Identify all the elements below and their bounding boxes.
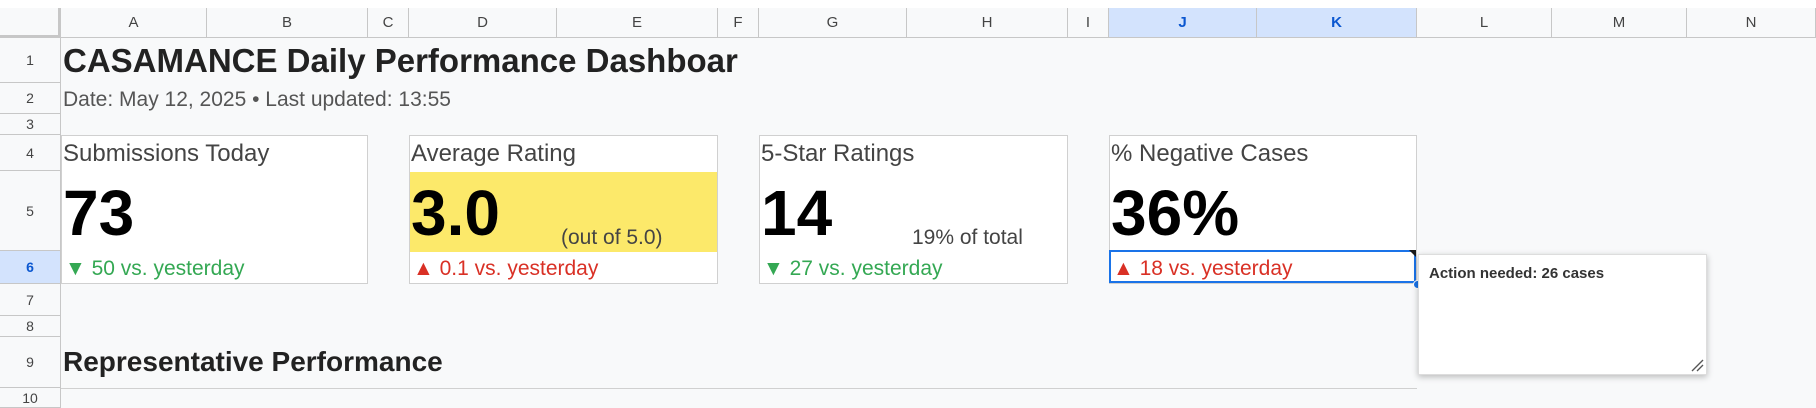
column-header-i[interactable]: I xyxy=(1068,8,1109,38)
dashboard-subtitle[interactable]: Date: May 12, 2025 • Last updated: 13:55 xyxy=(63,88,451,112)
row-10-divider xyxy=(61,388,1417,389)
column-header-m[interactable]: M xyxy=(1552,8,1687,38)
row-header-8[interactable]: 8 xyxy=(0,316,61,337)
cell-note-popup[interactable]: Action needed: 26 cases xyxy=(1418,254,1707,375)
row-header-10[interactable]: 10 xyxy=(0,388,61,408)
resize-handle-icon[interactable] xyxy=(1690,358,1704,372)
row-header-1[interactable]: 1 xyxy=(0,38,61,83)
kpi-value: 14 xyxy=(761,177,833,249)
active-cell-selection[interactable] xyxy=(1109,250,1416,283)
kpi-label: 5-Star Ratings xyxy=(761,140,915,167)
kpi-label: Average Rating xyxy=(411,140,576,167)
kpi-label: % Negative Cases xyxy=(1111,140,1309,167)
column-header-b[interactable]: B xyxy=(207,8,368,38)
dashboard-title[interactable]: CASAMANCE Daily Performance Dashboar xyxy=(63,42,738,80)
kpi-card-five-star[interactable]: 5-Star Ratings 14 19% of total ▼ 27 vs. … xyxy=(759,135,1068,284)
row-header-7[interactable]: 7 xyxy=(0,284,61,316)
column-header-d[interactable]: D xyxy=(409,8,557,38)
row-header-5[interactable]: 5 xyxy=(0,171,61,251)
select-all-corner[interactable] xyxy=(0,8,61,38)
column-header-c[interactable]: C xyxy=(368,8,409,38)
row-header-6[interactable]: 6 xyxy=(0,251,61,284)
kpi-subtext: (out of 5.0) xyxy=(561,226,663,249)
column-header-l[interactable]: L xyxy=(1417,8,1552,38)
kpi-value: 73 xyxy=(63,177,135,249)
kpi-value: 36% xyxy=(1111,177,1240,249)
kpi-card-submissions[interactable]: Submissions Today 73 ▼ 50 vs. yesterday xyxy=(61,135,368,284)
row-header-4[interactable]: 4 xyxy=(0,135,61,171)
column-header-a[interactable]: A xyxy=(61,8,207,38)
kpi-card-average-rating[interactable]: Average Rating 3.0 (out of 5.0) ▲ 0.1 vs… xyxy=(409,135,718,284)
kpi-value: 3.0 xyxy=(411,177,500,249)
kpi-delta: ▼ 50 vs. yesterday xyxy=(65,257,245,280)
column-header-n[interactable]: N xyxy=(1687,8,1816,38)
row-header-3[interactable]: 3 xyxy=(0,114,61,135)
column-header-g[interactable]: G xyxy=(759,8,907,38)
column-header-f[interactable]: F xyxy=(718,8,759,38)
note-text[interactable]: Action needed: 26 cases xyxy=(1429,265,1604,282)
row-header-9[interactable]: 9 xyxy=(0,337,61,388)
column-header-e[interactable]: E xyxy=(557,8,718,38)
kpi-delta: ▲ 0.1 vs. yesterday xyxy=(413,257,599,280)
column-header-h[interactable]: H xyxy=(907,8,1068,38)
kpi-subtext: 19% of total xyxy=(912,226,1023,249)
note-indicator-icon xyxy=(1409,250,1416,257)
section-title[interactable]: Representative Performance xyxy=(63,346,443,378)
kpi-label: Submissions Today xyxy=(63,140,270,167)
column-header-k[interactable]: K xyxy=(1257,8,1417,38)
kpi-delta: ▼ 27 vs. yesterday xyxy=(763,257,943,280)
column-header-j[interactable]: J xyxy=(1109,8,1257,38)
row-header-2[interactable]: 2 xyxy=(0,83,61,114)
